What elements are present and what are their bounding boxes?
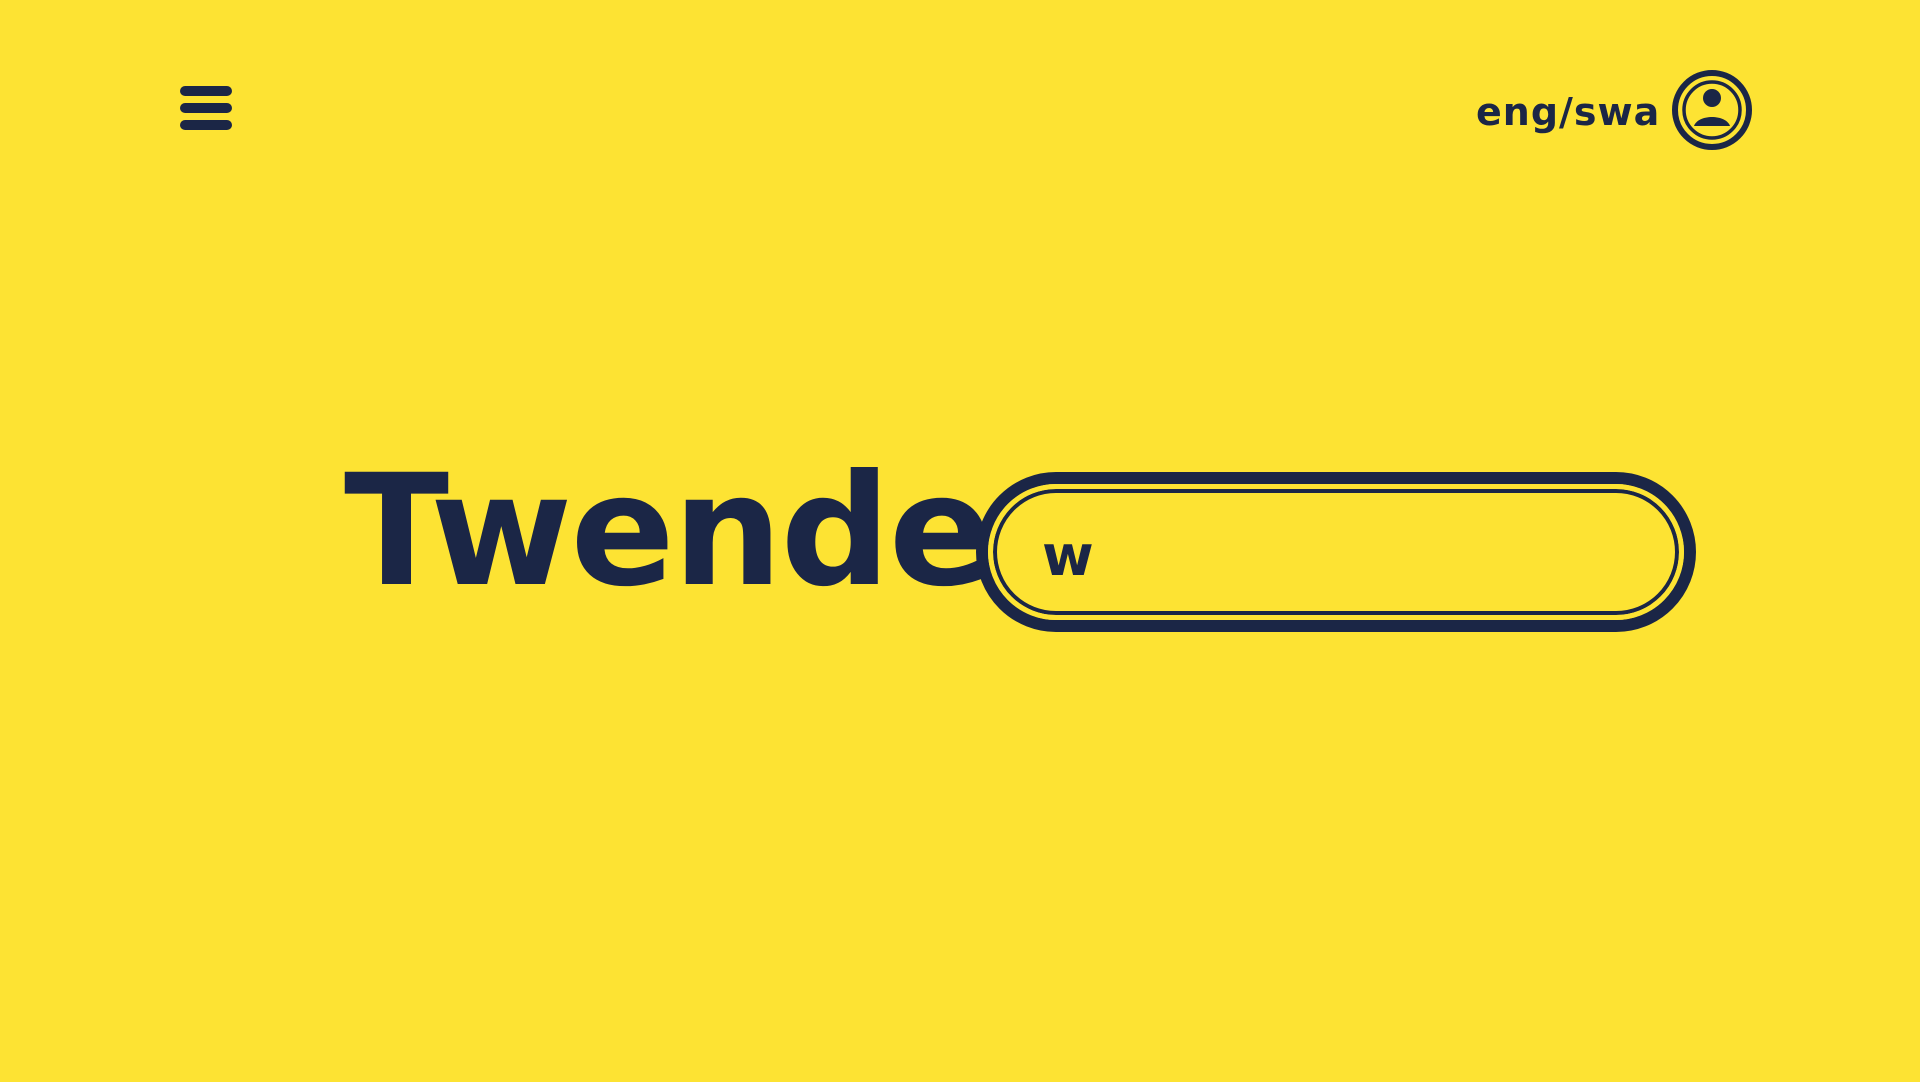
user-circle-icon[interactable]	[1672, 70, 1752, 150]
search-bar[interactable]	[976, 472, 1696, 632]
menu-bar	[180, 86, 232, 96]
language-toggle[interactable]: eng/swa	[1476, 84, 1660, 140]
menu-bar	[180, 120, 232, 130]
hamburger-menu-icon[interactable]	[176, 84, 236, 136]
account-icon-graphic	[1672, 70, 1752, 150]
menu-bar	[180, 103, 232, 113]
search-input[interactable]	[1028, 506, 1648, 606]
brand-title: Twende	[344, 442, 993, 621]
landing-page: eng/swa Twende	[0, 0, 1920, 1082]
